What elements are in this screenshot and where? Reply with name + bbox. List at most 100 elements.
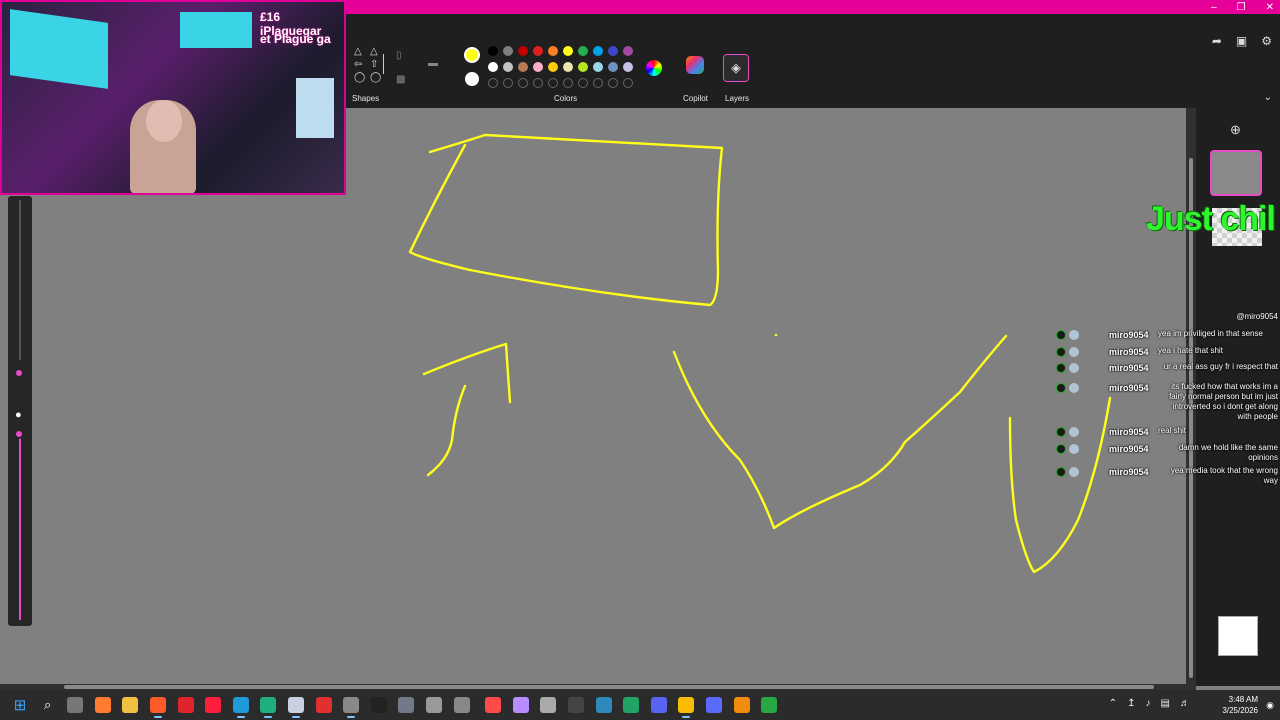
stream-overlay-title: Just chil [1146,200,1276,238]
chat-username: miro9054 [1109,467,1149,477]
user-badge-icon [1069,427,1079,437]
opera-icon[interactable] [177,697,194,713]
chat-badges [1056,444,1079,454]
taskbar-clock[interactable]: 3:48 AM 3/25/2026 [1222,694,1258,716]
clock-date: 3/25/2026 [1222,706,1258,715]
volume-icon[interactable]: ♬ [1180,698,1190,709]
chat-text: yea media took that the wrong way [1170,466,1278,485]
chat-username: miro9054 [1109,363,1149,373]
spreadsheet-icon[interactable] [623,697,640,713]
moderator-badge-icon [1056,427,1066,437]
github-icon[interactable] [426,697,442,713]
chat-badges [1056,383,1079,393]
chat-username: miro9054 [1109,444,1149,454]
windows-taskbar: ⌃ ↥ ♪ ▤ ♬ 3:48 AM 3/25/2026 ◉ ⊞ ⌕ [0,690,1280,720]
steam-icon[interactable] [288,697,304,713]
microphone-icon[interactable]: ♪ [1146,698,1151,709]
moderator-badge-icon [1056,363,1066,373]
moderator-badge-icon [1056,347,1066,357]
moderator-badge-icon [1056,383,1066,393]
epic-games-icon[interactable] [370,697,387,713]
taskbar-running-indicator [154,716,162,718]
chat-text: yea i hate that shit [1158,346,1223,355]
user-badge-icon [1069,330,1079,340]
taskbar-running-indicator [264,716,273,718]
task-view-icon[interactable] [67,697,84,713]
chat-text: yea im priviliged in that sense [1158,329,1263,338]
chat-username: miro9054 [1109,383,1149,393]
chat-text: ur a real ass guy fr i respect that [1163,362,1278,371]
clock-time: 3:48 AM [1228,695,1258,704]
tray-overflow-icon[interactable]: ⌃ [1109,698,1117,709]
stroke-arrow-top [422,342,512,404]
opacity-slider-knob[interactable] [14,429,24,439]
firefox-icon[interactable] [150,697,166,713]
chat-text: its fucked how that works im a fairly no… [1169,382,1278,421]
stroke-u-shape [1008,396,1112,574]
notion-icon[interactable] [568,697,584,713]
webcam-text-2: et Plague ga [260,32,331,46]
opera-gx-icon[interactable] [205,697,222,713]
vivaldi-icon[interactable] [485,697,502,713]
chat-badges [1056,427,1079,437]
game-app-icon[interactable] [315,697,332,713]
chat-text: damn we hold like the same opinions [1178,443,1278,462]
user-badge-icon [1069,383,1079,393]
chat-username: miro9054 [1109,427,1149,437]
chat-badges [1056,347,1079,357]
network-icon[interactable]: ▤ [1161,698,1170,709]
stroke-v-shape [672,334,1008,530]
windows-start-icon[interactable]: ⊞ [12,697,28,714]
moderator-badge-icon [1056,330,1066,340]
streamer-head [146,100,182,142]
user-badge-icon [1069,363,1079,373]
update-app-icon[interactable] [512,697,529,713]
taskbar-running-indicator [347,716,356,718]
monitor-right [296,78,334,138]
chat-text: real shit [1158,426,1187,435]
brush-size-panel: ● [8,196,32,626]
obs-icon[interactable] [343,697,360,713]
search-icon[interactable]: ⌕ [40,697,56,713]
chat-badges [1056,330,1079,340]
file-explorer-icon[interactable] [122,697,139,713]
notification-bell-icon[interactable]: ◉ [1266,700,1274,711]
taskbar-running-indicator [682,716,691,718]
upload-icon[interactable]: ↥ [1127,698,1135,709]
edge-dev-icon[interactable] [260,697,277,713]
media-player-icon[interactable] [595,697,612,713]
webcam-overlay: £16 iPlaguegar et Plague ga [0,0,346,195]
vlc-icon[interactable] [733,697,750,713]
chat-badges [1056,363,1079,373]
chat-badges [1056,467,1079,477]
opacity-slider-track [19,434,21,620]
size-slider-knob[interactable] [14,368,24,378]
background-layer-thumbnail[interactable] [1218,616,1258,656]
stroke-dot [774,333,778,337]
calculator-icon[interactable] [706,697,722,713]
moderator-badge-icon [1056,444,1066,454]
app-d-icon[interactable] [540,697,557,713]
app-g-icon[interactable] [761,697,778,713]
user-badge-icon [1069,347,1079,357]
taskbar-running-indicator [292,716,300,718]
layer-1-thumbnail[interactable] [1210,150,1262,196]
chrome-icon[interactable] [678,697,695,713]
moderator-badge-icon [1056,467,1066,477]
horizontal-scroll-thumb[interactable] [64,685,1154,689]
copilot-icon[interactable] [94,697,111,713]
camera-icon[interactable] [398,697,415,713]
monitor-top [180,12,252,48]
stroke-rectangle [408,133,724,307]
chat-username: miro9054 [1109,330,1149,340]
chat-top-fragment: @miro9054 [1236,312,1278,321]
edge-icon[interactable] [232,697,249,713]
discord-icon[interactable] [650,697,667,713]
user-badge-icon [1069,467,1079,477]
chat-username: miro9054 [1109,347,1149,357]
settings-icon[interactable] [453,697,470,713]
stroke-arrow-shaft [426,384,467,477]
add-layer-icon[interactable]: ⊕ [1230,122,1241,138]
system-tray: ⌃ ↥ ♪ ▤ ♬ [1109,698,1190,709]
opacity-icon: ● [15,409,22,421]
